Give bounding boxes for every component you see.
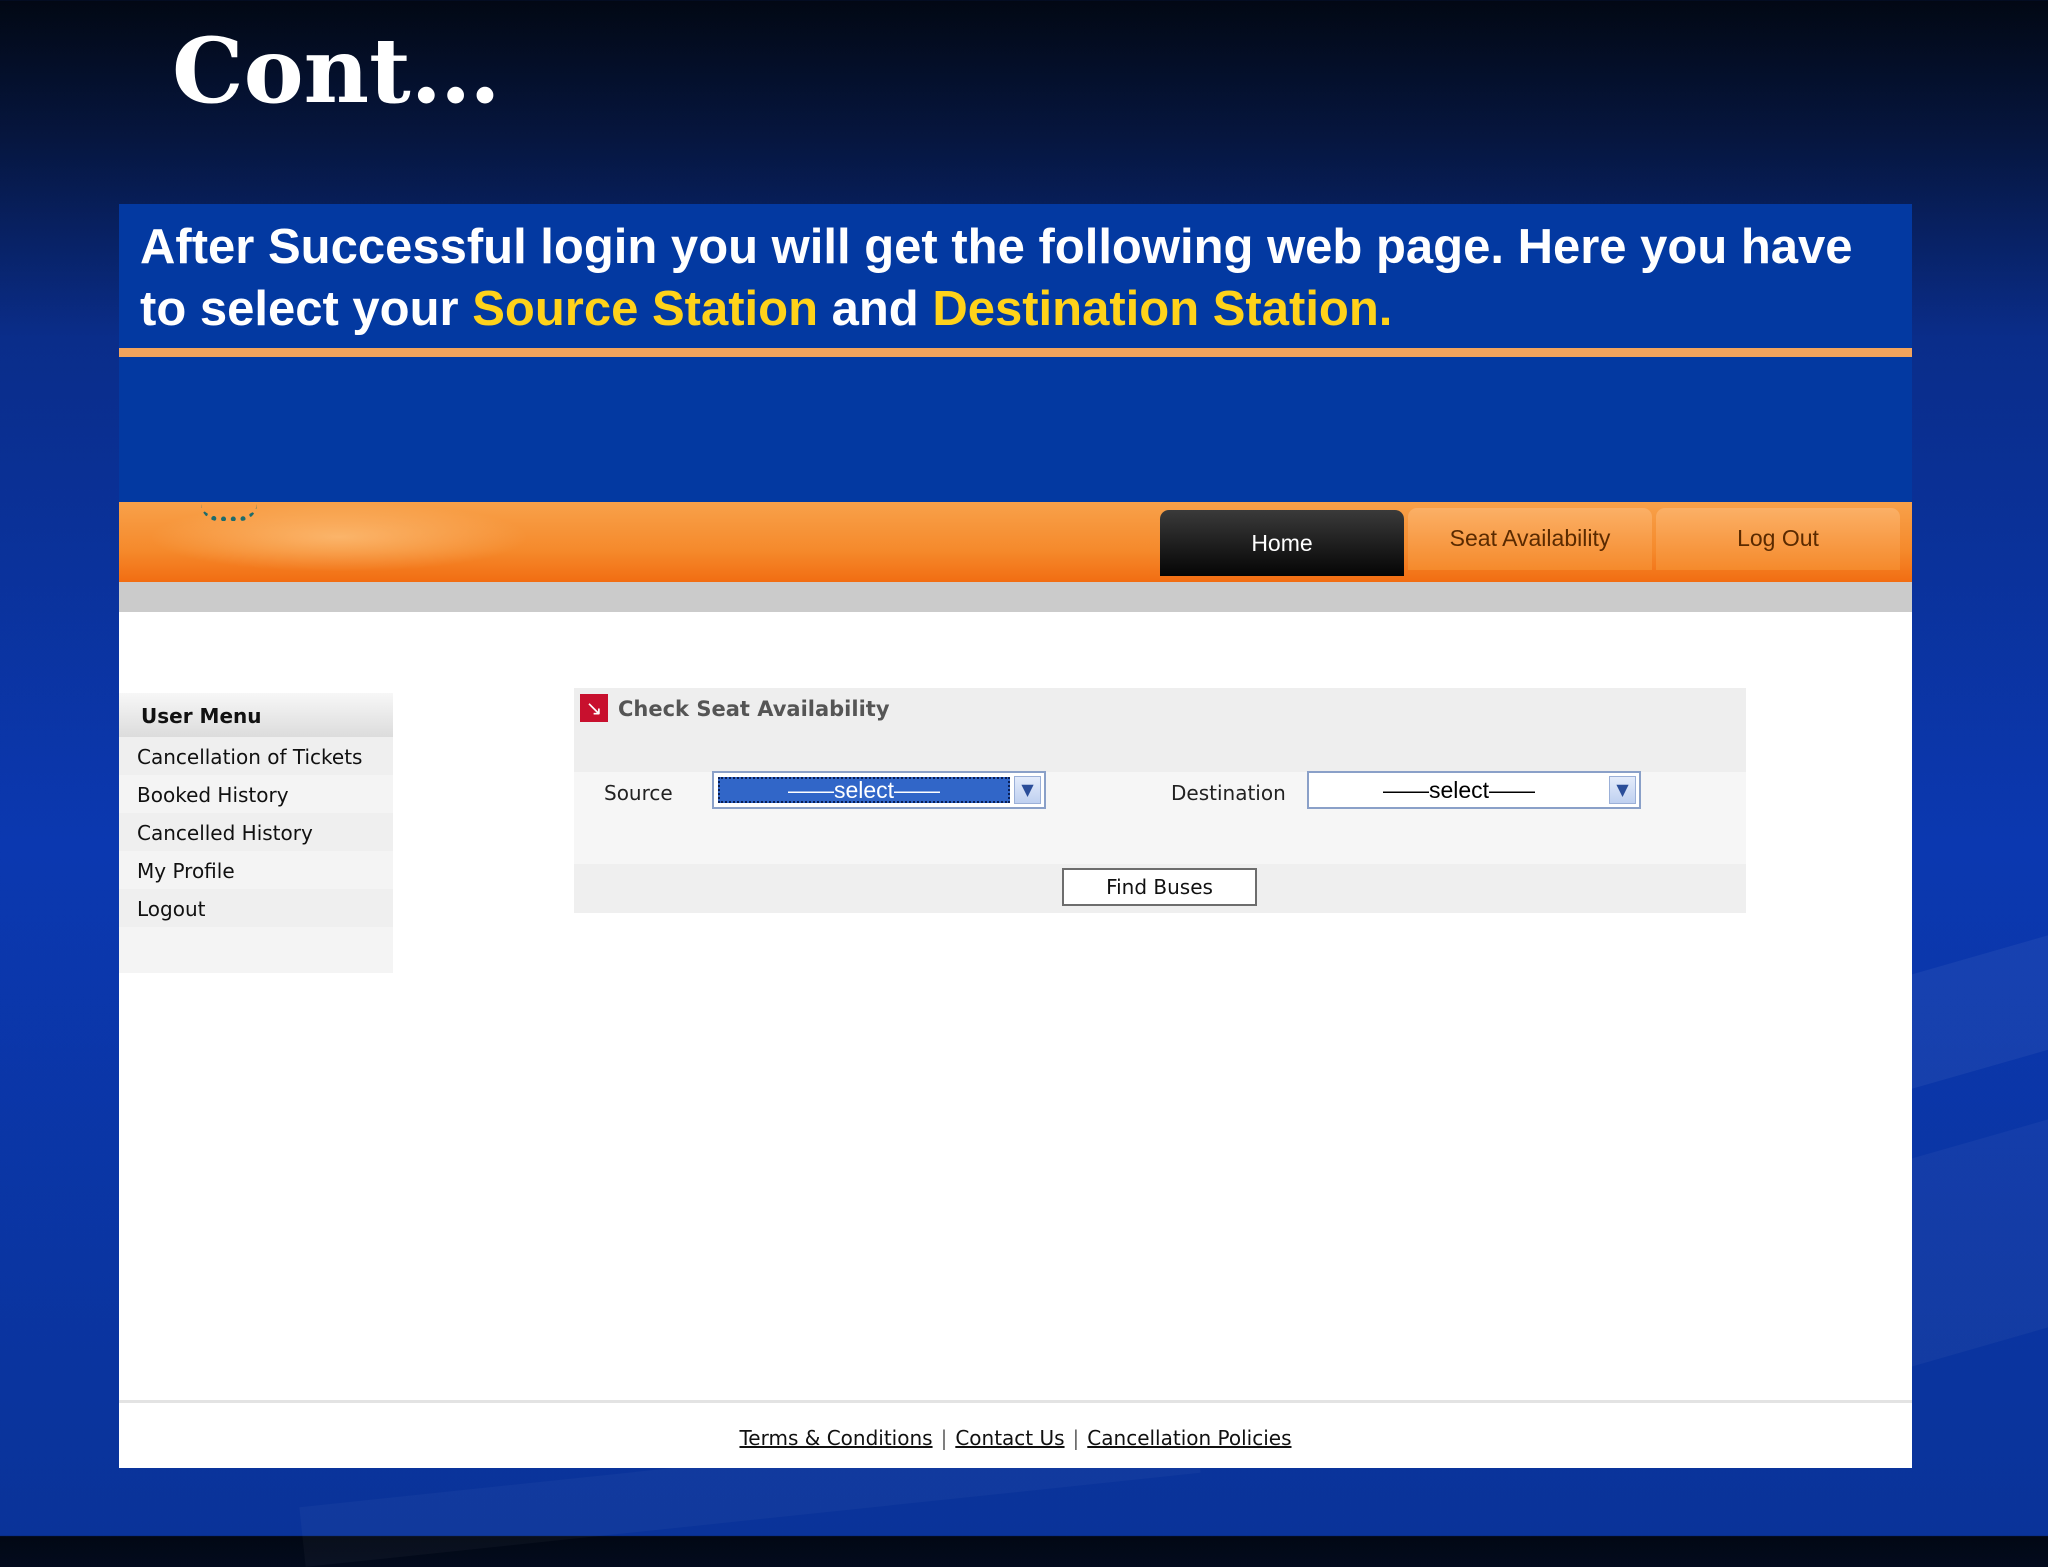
accent-line	[119, 348, 1912, 357]
button-row: Find Buses	[574, 864, 1746, 913]
web-page-screenshot: Home Seat Availability Log Out User Menu…	[119, 348, 1912, 1468]
destination-label: Destination	[1171, 781, 1286, 805]
chevron-down-icon[interactable]: ▼	[1014, 776, 1041, 804]
menu-item-cancellation-of-tickets[interactable]: Cancellation of Tickets	[119, 737, 393, 775]
chevron-down-icon[interactable]: ▼	[1609, 776, 1636, 804]
logo-icon	[201, 504, 257, 521]
panel-header: ↘ Check Seat Availability	[574, 688, 1746, 772]
user-menu: User Menu Cancellation of Tickets Booked…	[119, 693, 393, 973]
footer-separator: |	[940, 1426, 948, 1450]
menu-item-my-profile[interactable]: My Profile	[119, 851, 393, 889]
nav-tab-seat-availability[interactable]: Seat Availability	[1408, 508, 1652, 570]
nav-tab-home[interactable]: Home	[1160, 510, 1404, 576]
source-select-value: ——select——	[718, 777, 1010, 803]
destination-select-value: ——select——	[1382, 777, 1536, 803]
caption-destination-highlight: Destination Station.	[932, 282, 1393, 336]
footer-links: Terms & Conditions | Contact Us | Cancellati…	[119, 1426, 1912, 1450]
footer-divider	[119, 1400, 1912, 1403]
menu-item-booked-history[interactable]: Booked History	[119, 775, 393, 813]
caption-source-highlight: Source Station	[472, 282, 818, 336]
user-menu-list: Cancellation of Tickets Booked History C…	[119, 737, 393, 927]
find-buses-button[interactable]: Find Buses	[1062, 868, 1257, 906]
source-label: Source	[604, 781, 673, 805]
caption-and: and	[818, 282, 933, 336]
footer-link-terms[interactable]: Terms & Conditions	[739, 1426, 932, 1450]
caption-text: After Successful login you will get the …	[140, 216, 1900, 340]
footer-link-cancellation-policies[interactable]: Cancellation Policies	[1087, 1426, 1291, 1450]
slide-title: Cont…	[172, 18, 501, 124]
footer-link-contact[interactable]: Contact Us	[955, 1426, 1064, 1450]
caption-box: After Successful login you will get the …	[119, 204, 1912, 349]
source-select[interactable]: ——select—— ▼	[712, 771, 1046, 809]
menu-item-cancelled-history[interactable]: Cancelled History	[119, 813, 393, 851]
destination-select[interactable]: ——select—— ▼	[1307, 771, 1641, 809]
nav-bar: Home Seat Availability Log Out	[119, 502, 1912, 582]
site-header	[119, 357, 1912, 502]
user-menu-title: User Menu	[119, 693, 393, 737]
footer-separator: |	[1072, 1426, 1080, 1450]
arrow-square-icon: ↘	[580, 694, 608, 722]
seat-availability-panel: ↘ Check Seat Availability Source ——selec…	[574, 688, 1746, 913]
menu-item-logout[interactable]: Logout	[119, 889, 393, 927]
panel-title: Check Seat Availability	[618, 697, 890, 721]
nav-tab-log-out[interactable]: Log Out	[1656, 508, 1900, 570]
nav-divider	[119, 582, 1912, 612]
